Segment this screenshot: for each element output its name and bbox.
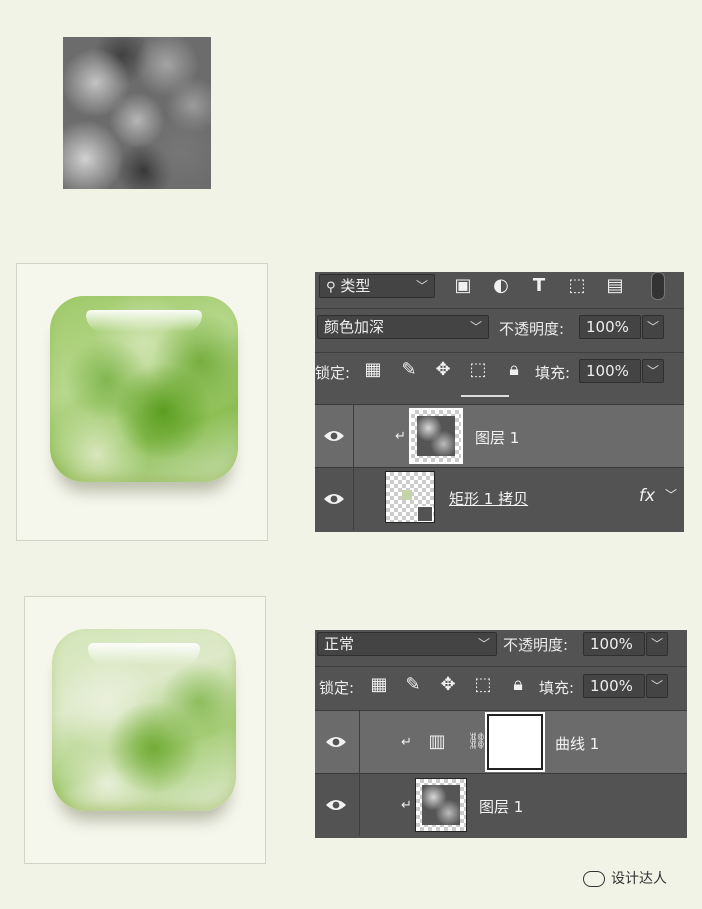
artboard-lock-indicator	[461, 395, 509, 397]
layer-name[interactable]: 图层 1	[479, 796, 523, 817]
opacity-input[interactable]: 100%	[579, 315, 641, 339]
vector-mask-icon	[417, 506, 433, 522]
eye-icon[interactable]	[323, 429, 345, 443]
opacity-dropdown-button[interactable]: ﹀	[646, 632, 668, 656]
filter-kind-label: 类型	[340, 277, 371, 295]
layer-effects-badge[interactable]: fx	[639, 486, 655, 506]
chevron-down-icon: ﹀	[415, 279, 428, 293]
layer-mask-thumbnail	[485, 712, 545, 772]
layer-row[interactable]: ↵ 图层 1	[315, 404, 684, 467]
blend-mode-value: 正常	[324, 635, 355, 653]
blend-mode-value: 颜色加深	[324, 318, 385, 336]
visibility-column	[315, 468, 354, 530]
opacity-dropdown-button[interactable]: ﹀	[642, 315, 664, 339]
adjustment-filter-icon[interactable]: ◐	[491, 277, 511, 295]
cloud-texture-image	[63, 37, 211, 189]
wechat-icon	[583, 871, 605, 887]
jade-preview-frame-2	[24, 596, 266, 864]
lock-fill-row: 锁定: ▦ ✎ ✥ ⬚ 🔒︎ 填充: 100% ﹀	[315, 352, 684, 397]
visibility-column	[315, 405, 354, 467]
fill-label: 填充:	[539, 679, 575, 697]
lock-transparent-pixels-icon[interactable]: ▦	[363, 361, 383, 379]
lock-all-icon[interactable]: 🔒︎	[504, 361, 524, 379]
blend-opacity-row: 正常 ﹀ 不透明度: 100% ﹀	[315, 630, 687, 660]
blend-mode-select[interactable]: 颜色加深 ﹀	[317, 315, 489, 339]
layer-filter-row: ⚲ 类型 ﹀ ▣ ◐ T ⬚ ▤	[315, 272, 684, 302]
lock-image-pixels-icon[interactable]: ✎	[399, 361, 419, 379]
lock-transparent-pixels-icon[interactable]: ▦	[369, 676, 389, 694]
clipping-mask-icon: ↵	[395, 429, 406, 444]
layer-name[interactable]: 图层 1	[475, 427, 519, 448]
lock-label: 锁定:	[319, 679, 355, 697]
filter-toggle-switch[interactable]	[651, 272, 665, 300]
link-icon[interactable]: ⛓	[467, 732, 487, 750]
eye-icon[interactable]	[325, 798, 347, 812]
search-icon: ⚲	[326, 280, 336, 295]
jade-icon-preview	[52, 629, 236, 811]
lock-position-icon[interactable]: ✥	[438, 676, 458, 694]
visibility-column	[315, 774, 360, 836]
layer-thumbnail	[409, 408, 463, 464]
layer-name[interactable]: 曲线 1	[555, 733, 599, 754]
clipping-mask-icon: ↵	[401, 798, 412, 813]
lock-position-icon[interactable]: ✥	[433, 361, 453, 379]
chevron-down-icon[interactable]: ﹀	[665, 486, 677, 503]
smart-object-filter-icon[interactable]: ▤	[605, 277, 625, 295]
curves-adjustment-icon: ▥	[428, 731, 446, 752]
fill-dropdown-button[interactable]: ﹀	[642, 359, 664, 383]
fill-dropdown-button[interactable]: ﹀	[646, 674, 668, 698]
jade-icon-preview	[50, 296, 238, 482]
filter-kind-select[interactable]: ⚲ 类型 ﹀	[319, 274, 435, 298]
lock-label: 锁定:	[315, 364, 351, 382]
fill-input[interactable]: 100%	[583, 674, 645, 698]
fill-label: 填充:	[535, 364, 571, 382]
chevron-down-icon: ﹀	[477, 637, 490, 651]
jade-preview-frame-1	[16, 263, 268, 541]
layer-name[interactable]: 矩形 1 拷贝	[449, 488, 528, 509]
lock-all-icon[interactable]: 🔒︎	[508, 676, 528, 694]
layer-row[interactable]: ↵ ▥ ⛓ 曲线 1	[315, 710, 687, 773]
type-filter-icon[interactable]: T	[529, 277, 549, 295]
blend-opacity-row: 颜色加深 ﹀ 不透明度: 100% ﹀	[315, 308, 684, 343]
opacity-input[interactable]: 100%	[583, 632, 645, 656]
chevron-down-icon: ﹀	[469, 320, 482, 334]
eye-icon[interactable]	[325, 735, 347, 749]
fill-input[interactable]: 100%	[579, 359, 641, 383]
clipping-mask-icon: ↵	[401, 735, 412, 750]
visibility-column	[315, 711, 360, 773]
opacity-label: 不透明度:	[503, 636, 569, 654]
layer-thumbnail	[415, 778, 467, 832]
eye-icon[interactable]	[323, 492, 345, 506]
shape-filter-icon[interactable]: ⬚	[567, 277, 587, 295]
layers-panel-1: ⚲ 类型 ﹀ ▣ ◐ T ⬚ ▤ 颜色加深 ﹀ 不透明度: 100% ﹀ 锁定:…	[315, 272, 684, 532]
blend-mode-select[interactable]: 正常 ﹀	[317, 632, 497, 656]
lock-image-pixels-icon[interactable]: ✎	[403, 676, 423, 694]
layer-row[interactable]: 矩形 1 拷贝 fx ﹀	[315, 467, 684, 530]
layers-panel-2: 正常 ﹀ 不透明度: 100% ﹀ 锁定: ▦ ✎ ✥ ⬚ 🔒︎ 填充: 100…	[315, 630, 687, 838]
opacity-label: 不透明度:	[499, 320, 565, 338]
lock-artboard-icon[interactable]: ⬚	[468, 361, 488, 379]
watermark-text: 设计达人	[611, 871, 667, 887]
lock-fill-row: 锁定: ▦ ✎ ✥ ⬚ 🔒︎ 填充: 100% ﹀	[315, 666, 687, 709]
image-filter-icon[interactable]: ▣	[453, 277, 473, 295]
layer-row[interactable]: ↵ 图层 1	[315, 773, 687, 836]
watermark: 设计达人	[583, 868, 667, 888]
lock-artboard-icon[interactable]: ⬚	[473, 676, 493, 694]
